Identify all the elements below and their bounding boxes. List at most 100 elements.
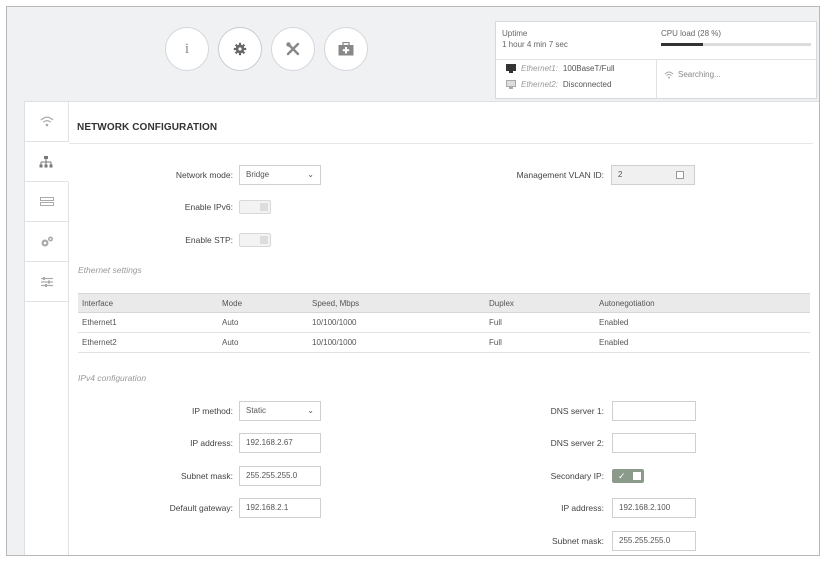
sidebar-item-system[interactable] [25, 262, 68, 302]
table-row[interactable]: Ethernet1 Auto 10/100/1000 Full Enabled [78, 312, 810, 333]
column-header: Mode [218, 293, 308, 313]
ethernet-settings-heading: Ethernet settings [78, 265, 142, 275]
cpu-load-fill [661, 43, 703, 46]
sidebar-item-network[interactable] [25, 142, 69, 182]
ethernet1-status: Ethernet1: 100BaseT/Full [506, 64, 615, 73]
subnet-mask-label: Subnet mask: [181, 471, 233, 481]
network-mode-select[interactable]: Bridge ⌄ [239, 165, 321, 185]
vlan-enable-checkbox[interactable] [676, 171, 684, 179]
secondary-ip-label: Secondary IP: [550, 471, 604, 481]
uptime-block: Uptime 1 hour 4 min 7 sec [502, 28, 568, 50]
ip-address-value: 192.168.2.67 [246, 438, 293, 447]
uptime-label: Uptime [502, 29, 528, 38]
stp-toggle[interactable] [239, 233, 271, 247]
secondary-subnet-mask-input[interactable]: 255.255.255.0 [612, 531, 696, 551]
page-title: NETWORK CONFIGURATION [77, 122, 218, 133]
main-panel: NETWORK CONFIGURATION Network mode: Brid… [24, 101, 819, 555]
chevron-down-icon: ⌄ [307, 406, 314, 415]
dns2-input[interactable] [612, 433, 696, 453]
table-header-row: Interface Mode Speed, Mbps Duplex Autone… [78, 293, 810, 313]
column-header: Duplex [485, 293, 595, 313]
secondary-ip-address-input[interactable]: 192.168.2.100 [612, 498, 696, 518]
default-gateway-value: 192.168.2.1 [246, 503, 289, 512]
ipv4-settings-heading: IPv4 configuration [78, 373, 147, 383]
secondary-subnet-mask-value: 255.255.255.0 [619, 536, 671, 545]
ethernet-port-icon [506, 80, 516, 89]
ipv6-toggle[interactable] [239, 200, 271, 214]
table-row[interactable]: Ethernet2 Auto 10/100/1000 Full Enabled [78, 332, 810, 353]
check-icon: ✓ [618, 471, 626, 481]
wifi-icon [40, 116, 53, 127]
first-aid-icon [338, 42, 354, 56]
network-mode-label: Network mode: [175, 170, 233, 180]
services-icon [41, 236, 53, 246]
vlan-id-input[interactable]: 2 [611, 165, 695, 185]
ethernet1-value: 100BaseT/Full [562, 64, 615, 73]
system-icon [40, 276, 53, 287]
dns2-label: DNS server 2: [550, 438, 604, 448]
content-area: NETWORK CONFIGURATION Network mode: Brid… [69, 102, 819, 555]
subnet-mask-input[interactable]: 255.255.255.0 [239, 466, 321, 486]
ip-method-select[interactable]: Static ⌄ [239, 401, 321, 421]
ip-method-value: Static [246, 406, 267, 415]
chevron-down-icon: ⌄ [307, 170, 314, 179]
ethernet2-status: Ethernet2: Disconnected [506, 80, 611, 89]
table-cell: Enabled [595, 332, 810, 353]
secondary-ip-address-value: 192.168.2.100 [619, 503, 671, 512]
settings-button[interactable] [218, 27, 262, 71]
ethernet2-name: Ethernet2: [521, 80, 558, 89]
ipv6-label: Enable IPv6: [184, 202, 233, 212]
column-header: Speed, Mbps [308, 293, 485, 313]
ethernet-icon [39, 197, 54, 206]
table-cell: Auto [218, 332, 308, 353]
ip-address-label: IP address: [190, 438, 233, 448]
wireless-status: Searching... [664, 70, 721, 79]
uptime-value: 1 hour 4 min 7 sec [502, 40, 568, 49]
ethernet1-name: Ethernet1: [521, 64, 558, 73]
vlan-id-value: 2 [618, 170, 623, 179]
first-aid-button[interactable] [324, 27, 368, 71]
wifi-icon [664, 71, 674, 79]
info-button[interactable]: i [165, 27, 209, 71]
ip-address-input[interactable]: 192.168.2.67 [239, 433, 321, 453]
app-frame: i Uptime 1 hour 4 min 7 sec CPU load (28… [6, 6, 820, 556]
gear-icon [233, 42, 247, 56]
ethernet2-value: Disconnected [562, 80, 612, 89]
sidebar-item-services[interactable] [25, 222, 68, 262]
table-cell: Auto [218, 312, 308, 333]
wireless-value: Searching... [678, 70, 721, 79]
table-cell: Ethernet2 [78, 332, 218, 353]
sidebar-item-wireless[interactable] [25, 102, 68, 142]
default-gateway-label: Default gateway: [169, 503, 233, 513]
subnet-mask-value: 255.255.255.0 [246, 471, 298, 480]
info-icon: i [184, 40, 190, 57]
ip-method-label: IP method: [192, 406, 233, 416]
ethernet-port-icon [506, 64, 516, 73]
tools-icon [286, 42, 300, 56]
secondary-ip-address-label: IP address: [561, 503, 604, 513]
dns1-label: DNS server 1: [550, 406, 604, 416]
vlan-id-label: Management VLAN ID: [516, 170, 604, 180]
network-icon [39, 155, 53, 167]
table-cell: 10/100/1000 [308, 312, 485, 333]
column-header: Autonegotiation [595, 293, 810, 313]
table-cell: Full [485, 312, 595, 333]
sidebar-item-ethernet[interactable] [25, 182, 68, 222]
sidebar [25, 102, 69, 555]
stp-label: Enable STP: [185, 235, 233, 245]
table-cell: Enabled [595, 312, 810, 333]
default-gateway-input[interactable]: 192.168.2.1 [239, 498, 321, 518]
secondary-subnet-mask-label: Subnet mask: [552, 536, 604, 546]
cpu-load-label: CPU load (28 %) [661, 29, 722, 38]
network-mode-value: Bridge [246, 170, 270, 179]
table-cell: 10/100/1000 [308, 332, 485, 353]
ethernet-table: Interface Mode Speed, Mbps Duplex Autone… [78, 293, 810, 353]
table-cell: Full [485, 332, 595, 353]
tools-button[interactable] [271, 27, 315, 71]
column-header: Interface [78, 293, 218, 313]
cpu-load-bar [661, 43, 811, 46]
table-cell: Ethernet1 [78, 312, 218, 333]
secondary-ip-toggle[interactable]: ✓ [612, 469, 644, 483]
dns1-input[interactable] [612, 401, 696, 421]
status-panel: Uptime 1 hour 4 min 7 sec CPU load (28 %… [495, 21, 817, 99]
